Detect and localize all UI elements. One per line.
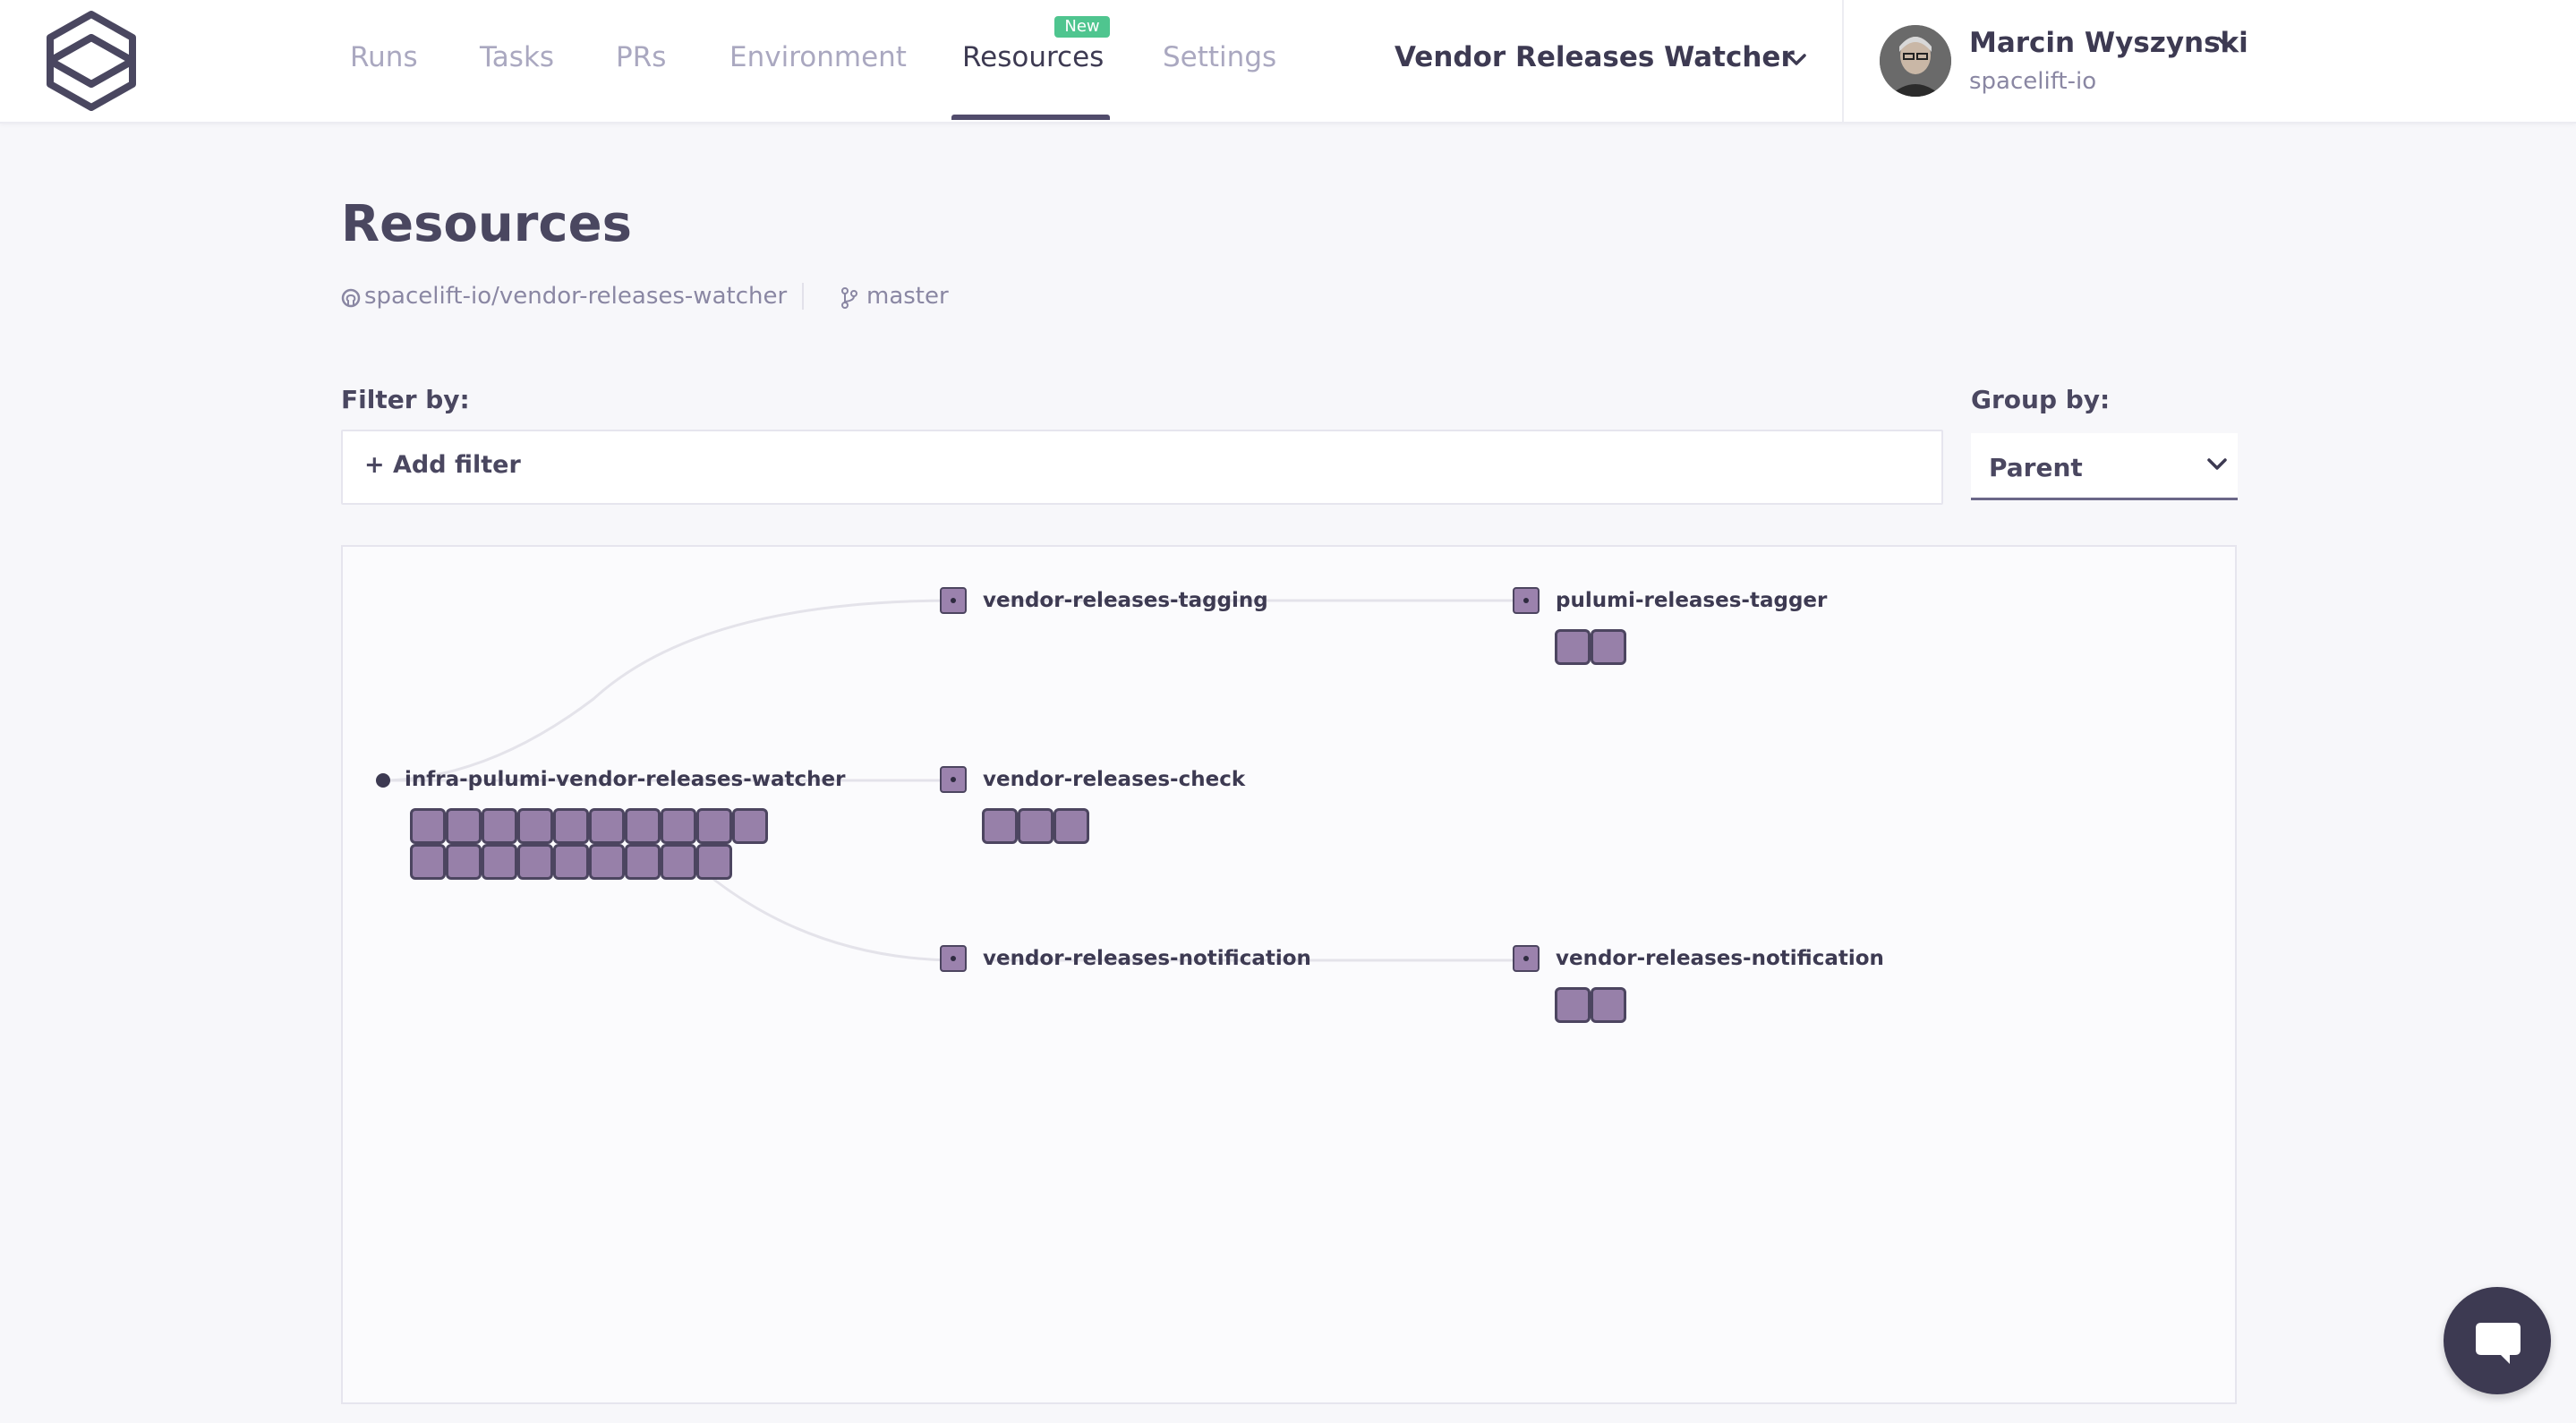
resource-cell[interactable] xyxy=(553,808,589,844)
node-label-tagging[interactable]: vendor-releases-tagging xyxy=(983,589,1268,612)
chevron-down-icon xyxy=(2207,458,2227,470)
node-icon[interactable] xyxy=(940,587,967,614)
resource-grid-root xyxy=(410,808,768,880)
resource-cell[interactable] xyxy=(625,808,661,844)
user-avatar-icon xyxy=(1880,25,1951,97)
resource-cell[interactable] xyxy=(1053,808,1089,844)
resource-cell[interactable] xyxy=(446,808,482,844)
node-icon[interactable] xyxy=(940,766,967,793)
node-label-notification[interactable]: vendor-releases-notification xyxy=(983,947,1311,970)
resource-cell[interactable] xyxy=(553,844,589,880)
node-label-notification-child[interactable]: vendor-releases-notification xyxy=(1556,947,1884,970)
resource-graph[interactable]: infra-pulumi-vendor-releases-watcher ven… xyxy=(341,545,2237,1404)
resource-cell[interactable] xyxy=(517,808,553,844)
group-by-select[interactable]: Parent xyxy=(1971,433,2238,500)
resource-grid-check xyxy=(982,808,1089,844)
node-label-check[interactable]: vendor-releases-check xyxy=(983,768,1245,791)
filter-input[interactable]: + Add filter xyxy=(341,430,1943,505)
node-label-tagger[interactable]: pulumi-releases-tagger xyxy=(1556,589,1827,612)
graph-edges xyxy=(380,599,1523,962)
resource-cell[interactable] xyxy=(732,808,768,844)
resource-cell[interactable] xyxy=(482,844,517,880)
resource-cell[interactable] xyxy=(1555,629,1591,665)
user-org: spacelift-io xyxy=(1969,68,2097,95)
resource-cell[interactable] xyxy=(696,808,732,844)
chevron-down-icon[interactable] xyxy=(2214,34,2239,52)
resource-cell[interactable] xyxy=(696,844,732,880)
resource-cell[interactable] xyxy=(589,808,625,844)
resource-cell[interactable] xyxy=(410,808,446,844)
chat-button[interactable] xyxy=(2444,1287,2551,1394)
repo-name[interactable]: spacelift-io/vendor-releases-watcher xyxy=(364,283,787,310)
add-filter-button[interactable]: + Add filter xyxy=(364,451,521,479)
resource-cell[interactable] xyxy=(446,844,482,880)
resource-cell[interactable] xyxy=(517,844,553,880)
resource-cell[interactable] xyxy=(410,844,446,880)
root-node-dot xyxy=(376,773,390,788)
resource-cell[interactable] xyxy=(1018,808,1053,844)
chevron-down-icon xyxy=(1787,54,1806,65)
resource-cell[interactable] xyxy=(661,844,696,880)
stack-name: Vendor Releases Watcher xyxy=(1395,41,1795,73)
filter-label: Filter by: xyxy=(341,385,470,414)
top-navbar: Runs Tasks PRs Environment Resources New… xyxy=(0,0,2576,124)
node-icon[interactable] xyxy=(1513,587,1540,614)
resource-cell[interactable] xyxy=(1591,629,1626,665)
resource-grid-tagger xyxy=(1555,629,1626,665)
resource-cell[interactable] xyxy=(625,844,661,880)
stack-selector[interactable]: Vendor Releases Watcher xyxy=(1395,39,1815,79)
meta-divider xyxy=(802,283,804,310)
nav-tab-prs[interactable]: PRs xyxy=(616,41,666,73)
avatar[interactable] xyxy=(1880,25,1951,97)
chat-bubble-icon xyxy=(2476,1323,2521,1364)
resource-cell[interactable] xyxy=(982,808,1018,844)
node-icon[interactable] xyxy=(940,945,967,972)
branch-name[interactable]: master xyxy=(866,283,949,310)
nav-tab-runs[interactable]: Runs xyxy=(350,41,418,73)
header-divider xyxy=(1842,0,1844,122)
resource-cell[interactable] xyxy=(589,844,625,880)
git-branch-icon xyxy=(841,287,857,309)
github-icon xyxy=(341,288,361,308)
active-tab-indicator xyxy=(951,115,1110,120)
resource-cell[interactable] xyxy=(1591,987,1626,1023)
nav-tab-settings[interactable]: Settings xyxy=(1163,41,1276,73)
group-by-label: Group by: xyxy=(1971,385,2111,414)
resource-cell[interactable] xyxy=(482,808,517,844)
user-name[interactable]: Marcin Wyszynski xyxy=(1969,27,2248,59)
node-icon[interactable] xyxy=(1513,945,1540,972)
new-badge: New xyxy=(1054,16,1110,38)
nav-tab-environment[interactable]: Environment xyxy=(729,41,907,73)
spacelift-logo[interactable] xyxy=(45,9,138,111)
resource-grid-notification xyxy=(1555,987,1626,1023)
group-by-value: Parent xyxy=(1989,453,2083,482)
nav-tab-resources[interactable]: Resources xyxy=(962,41,1104,73)
node-label-root[interactable]: infra-pulumi-vendor-releases-watcher xyxy=(405,768,845,791)
nav-tab-tasks[interactable]: Tasks xyxy=(480,41,554,73)
resource-cell[interactable] xyxy=(661,808,696,844)
page-title: Resources xyxy=(341,195,632,253)
resource-cell[interactable] xyxy=(1555,987,1591,1023)
